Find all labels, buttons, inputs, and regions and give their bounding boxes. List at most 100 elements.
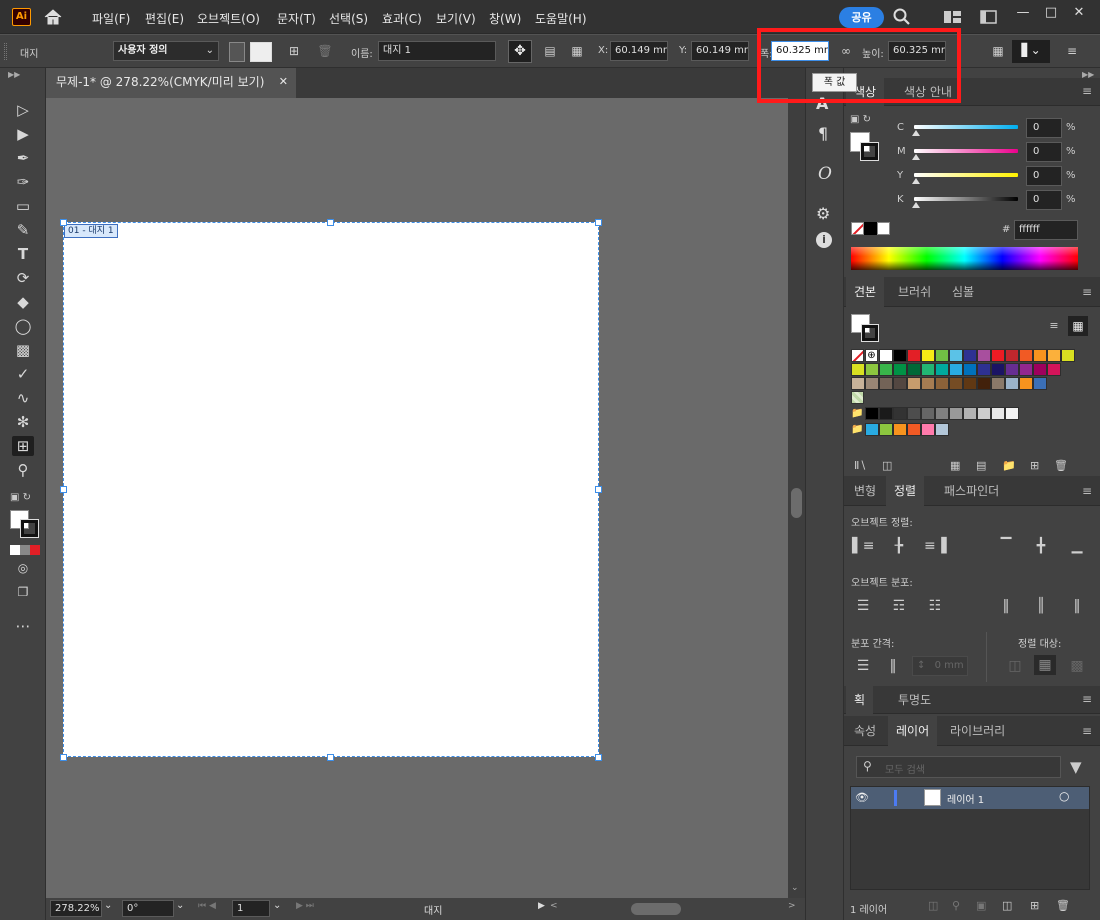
align-to-selection-icon[interactable]: ◫ bbox=[1004, 656, 1026, 676]
color-swatch[interactable] bbox=[963, 363, 977, 376]
fill-stroke-swap-icon[interactable]: ▣ ↻ bbox=[10, 492, 40, 504]
menu-select[interactable]: 선택(S) bbox=[329, 10, 368, 27]
artboard-nav-chevron-icon[interactable]: ⌄ bbox=[273, 900, 281, 911]
artboard-handle-tr[interactable] bbox=[595, 219, 602, 226]
shape-builder-tool-icon[interactable]: ◯ bbox=[12, 316, 34, 336]
color-swatch[interactable] bbox=[991, 407, 1005, 420]
tab-swatches[interactable]: 견본 bbox=[846, 277, 885, 307]
opentype-panel-icon[interactable]: O bbox=[818, 164, 832, 184]
align-bottom-icon[interactable]: ▁ bbox=[1066, 536, 1088, 556]
white-color-swatch[interactable] bbox=[877, 222, 890, 235]
delete-swatch-icon[interactable]: 🗑 bbox=[1054, 459, 1068, 472]
artboard-handle-bm[interactable] bbox=[327, 754, 334, 761]
artboard-handle-br[interactable] bbox=[595, 754, 602, 761]
layer-row[interactable]: 👁 레이어 1 ○ bbox=[851, 787, 1089, 809]
menu-object[interactable]: 오브젝트(O) bbox=[197, 10, 260, 27]
rotate-tool-icon[interactable]: ⟳ bbox=[12, 268, 34, 288]
x-field[interactable]: 60.149 mm bbox=[610, 41, 668, 61]
color-swatch[interactable] bbox=[1005, 349, 1019, 362]
stroke-panel-menu-icon[interactable]: ≡ bbox=[1082, 692, 1092, 706]
tab-align[interactable]: 정렬 bbox=[886, 476, 925, 506]
color-swatch[interactable] bbox=[1033, 363, 1047, 376]
transform-button[interactable]: ▋⌄ bbox=[1012, 40, 1050, 63]
pen-tool-icon[interactable]: ✒ bbox=[12, 148, 34, 168]
color-swatch[interactable] bbox=[865, 363, 879, 376]
color-swatch[interactable] bbox=[893, 407, 907, 420]
color-swatch[interactable] bbox=[921, 363, 935, 376]
color-swatch[interactable] bbox=[935, 377, 949, 390]
color-swatch[interactable] bbox=[935, 407, 949, 420]
delete-layer-icon[interactable]: 🗑 bbox=[1056, 899, 1070, 912]
search-icon[interactable] bbox=[892, 7, 912, 27]
menu-file[interactable]: 파일(F) bbox=[92, 10, 130, 27]
y-field[interactable]: 60.149 mm bbox=[691, 41, 749, 61]
color-swatch[interactable] bbox=[963, 349, 977, 362]
color-swatch[interactable] bbox=[851, 377, 865, 390]
workspace-icon[interactable] bbox=[943, 9, 963, 25]
preset-dropdown[interactable]: 사용자 정의 ⌄ bbox=[113, 41, 219, 61]
align-right-icon[interactable]: ≡▐ bbox=[924, 536, 947, 556]
color-swatch[interactable] bbox=[949, 377, 963, 390]
rotation-field[interactable]: 0° bbox=[122, 900, 174, 917]
color-swatch[interactable] bbox=[949, 363, 963, 376]
hex-field[interactable]: ffffff bbox=[1014, 220, 1078, 240]
visibility-eye-icon[interactable]: 👁 bbox=[855, 791, 869, 804]
distribute-right-icon[interactable]: ‖ bbox=[1066, 596, 1088, 616]
first-artboard-icon[interactable]: ⏮ ◀ bbox=[198, 901, 216, 911]
color-swatch[interactable] bbox=[851, 363, 865, 376]
color-mode-icon[interactable] bbox=[10, 545, 40, 555]
symbol-sprayer-tool-icon[interactable]: ✻ bbox=[12, 412, 34, 432]
cyan-thumb[interactable] bbox=[912, 130, 920, 136]
close-tab-icon[interactable]: ✕ bbox=[279, 68, 288, 96]
new-layer-icon[interactable]: ⊞ bbox=[1030, 899, 1039, 912]
portrait-icon[interactable] bbox=[229, 42, 245, 62]
gradient-tool-icon[interactable]: ▩ bbox=[12, 340, 34, 360]
new-sublayer-icon[interactable]: ◫ bbox=[1002, 899, 1012, 912]
color-swatch[interactable] bbox=[879, 349, 893, 362]
black-thumb[interactable] bbox=[912, 202, 920, 208]
color-swatch[interactable] bbox=[977, 349, 991, 362]
zoom-tool-icon[interactable]: ⚲ bbox=[12, 460, 34, 480]
distribute-left-icon[interactable]: ‖ bbox=[995, 596, 1017, 616]
tab-brushes[interactable]: 브러쉬 bbox=[890, 277, 939, 307]
align-top-icon[interactable]: ▔ bbox=[995, 536, 1017, 556]
menu-edit[interactable]: 편집(E) bbox=[145, 10, 184, 27]
color-swatch[interactable] bbox=[977, 363, 991, 376]
color-swatch[interactable] bbox=[879, 407, 893, 420]
scroll-left-icon[interactable]: < bbox=[550, 901, 558, 911]
settings-panel-icon[interactable]: ⚙ bbox=[816, 204, 830, 223]
color-swatch[interactable] bbox=[977, 377, 991, 390]
tab-properties[interactable]: 속성 bbox=[846, 716, 884, 746]
color-swatch[interactable] bbox=[893, 349, 907, 362]
eyedropper-tool-icon[interactable]: ✓ bbox=[12, 364, 34, 384]
clipping-mask-icon[interactable]: ▣ bbox=[976, 899, 986, 912]
maximize-button[interactable]: □ bbox=[1040, 2, 1062, 24]
color-swatch[interactable] bbox=[935, 363, 949, 376]
tab-transform[interactable]: 변형 bbox=[846, 476, 884, 506]
new-artboard-icon[interactable]: ⊞ bbox=[284, 41, 304, 61]
layer-search-box[interactable]: ⚲ 모두 검색 bbox=[856, 756, 1061, 778]
color-swatch[interactable] bbox=[907, 407, 921, 420]
type-tool-icon[interactable]: T bbox=[12, 244, 34, 264]
tab-libraries[interactable]: 라이브러리 bbox=[942, 716, 1013, 746]
locate-object-icon[interactable]: ⚲ bbox=[952, 899, 960, 912]
distribute-bottom-icon[interactable]: ☷ bbox=[924, 596, 946, 616]
blend-tool-icon[interactable]: ∿ bbox=[12, 388, 34, 408]
layer-target-icon[interactable]: ○ bbox=[1059, 789, 1069, 803]
new-swatch-icon[interactable]: ⊞ bbox=[1030, 459, 1039, 472]
document-tab[interactable]: 무제-1* @ 278.22%(CMYK/미리 보기) ✕ bbox=[46, 68, 296, 98]
list-view-icon[interactable]: ≡ bbox=[1044, 316, 1064, 336]
align-to-key-object-icon[interactable]: ▦ bbox=[1034, 655, 1056, 675]
artboard-name-field[interactable]: 대지 1 bbox=[378, 41, 496, 61]
color-swatch[interactable] bbox=[907, 349, 921, 362]
minimize-button[interactable]: — bbox=[1012, 2, 1034, 24]
place-swatch-icon[interactable]: ◫ bbox=[882, 459, 892, 472]
filter-icon[interactable]: ▼ bbox=[1070, 758, 1082, 776]
color-spectrum[interactable] bbox=[851, 247, 1078, 270]
home-icon[interactable] bbox=[42, 7, 64, 27]
black-color-swatch[interactable] bbox=[864, 222, 877, 235]
color-swatch[interactable] bbox=[893, 363, 907, 376]
rectangle-tool-icon[interactable]: ▭ bbox=[12, 196, 34, 216]
panel-layout-icon[interactable] bbox=[979, 9, 999, 25]
distribute-vcenter-icon[interactable]: ☶ bbox=[888, 596, 910, 616]
